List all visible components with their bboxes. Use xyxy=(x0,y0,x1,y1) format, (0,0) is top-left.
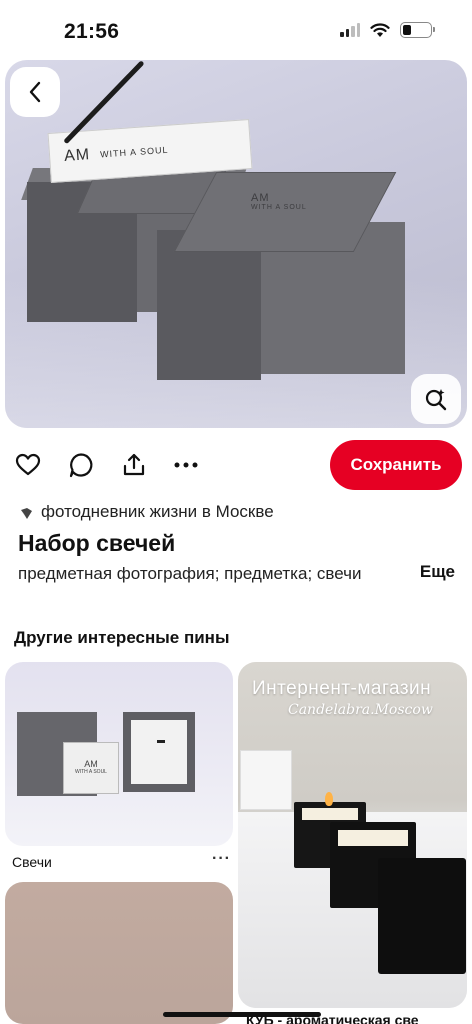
candle-box-front: AM WITH A SOUL xyxy=(63,742,119,794)
white-box xyxy=(240,750,292,810)
lid-brand: AM WITH A SOUL xyxy=(251,192,307,211)
pin-image[interactable]: AM WITH A SOUL AM WITH A SOUL xyxy=(5,60,467,428)
card-script-text: Candelabra.Moscow xyxy=(288,702,433,718)
comment-button[interactable] xyxy=(65,449,97,481)
status-time: 21:56 xyxy=(64,20,120,43)
more-dots-icon xyxy=(174,462,198,468)
related-pin-card[interactable] xyxy=(5,882,233,1024)
visual-search-icon xyxy=(425,389,447,411)
related-pin-card[interactable]: AM WITH A SOUL xyxy=(5,662,233,846)
related-pin-caption[interactable]: Свечи xyxy=(12,854,52,870)
share-button[interactable] xyxy=(118,449,150,481)
battery-icon xyxy=(400,22,435,38)
flame-icon xyxy=(325,792,333,806)
wifi-icon xyxy=(370,22,390,37)
card-headline: Интернент-магазин xyxy=(252,678,432,699)
pin-title: Набор свечей xyxy=(18,530,176,556)
action-row: Сохранить xyxy=(0,440,472,490)
pin-description: предметная фотография; предметка; свечи xyxy=(18,564,362,583)
share-icon xyxy=(123,453,145,476)
status-bar: 21:56 xyxy=(0,0,472,60)
author-name[interactable]: фотодневник жизни в Москве xyxy=(41,502,274,522)
author-row[interactable]: фотодневник жизни в Москве xyxy=(18,502,274,522)
battery-level xyxy=(403,25,411,35)
status-icons xyxy=(340,22,435,38)
comment-icon xyxy=(69,453,93,478)
cube-right xyxy=(157,230,261,380)
author-avatar xyxy=(18,503,35,521)
related-section-title: Другие интересные пины xyxy=(14,628,230,647)
chevron-left-icon xyxy=(29,81,41,103)
related-pin-card[interactable]: Интернент-магазин Candelabra.Moscow xyxy=(238,662,467,1008)
visual-search-button[interactable] xyxy=(411,374,461,424)
related-pin-more-button[interactable]: ··· xyxy=(212,850,231,868)
save-button[interactable]: Сохранить xyxy=(330,440,462,490)
like-button[interactable] xyxy=(12,449,44,481)
candle-open xyxy=(123,712,195,792)
signal-icon xyxy=(340,23,360,37)
home-indicator xyxy=(163,1012,321,1017)
more-link[interactable]: Еще xyxy=(420,562,455,582)
heart-icon xyxy=(15,453,41,476)
more-options-button[interactable] xyxy=(170,449,202,481)
candle-black-lidded xyxy=(378,858,466,974)
back-button[interactable] xyxy=(10,67,60,117)
